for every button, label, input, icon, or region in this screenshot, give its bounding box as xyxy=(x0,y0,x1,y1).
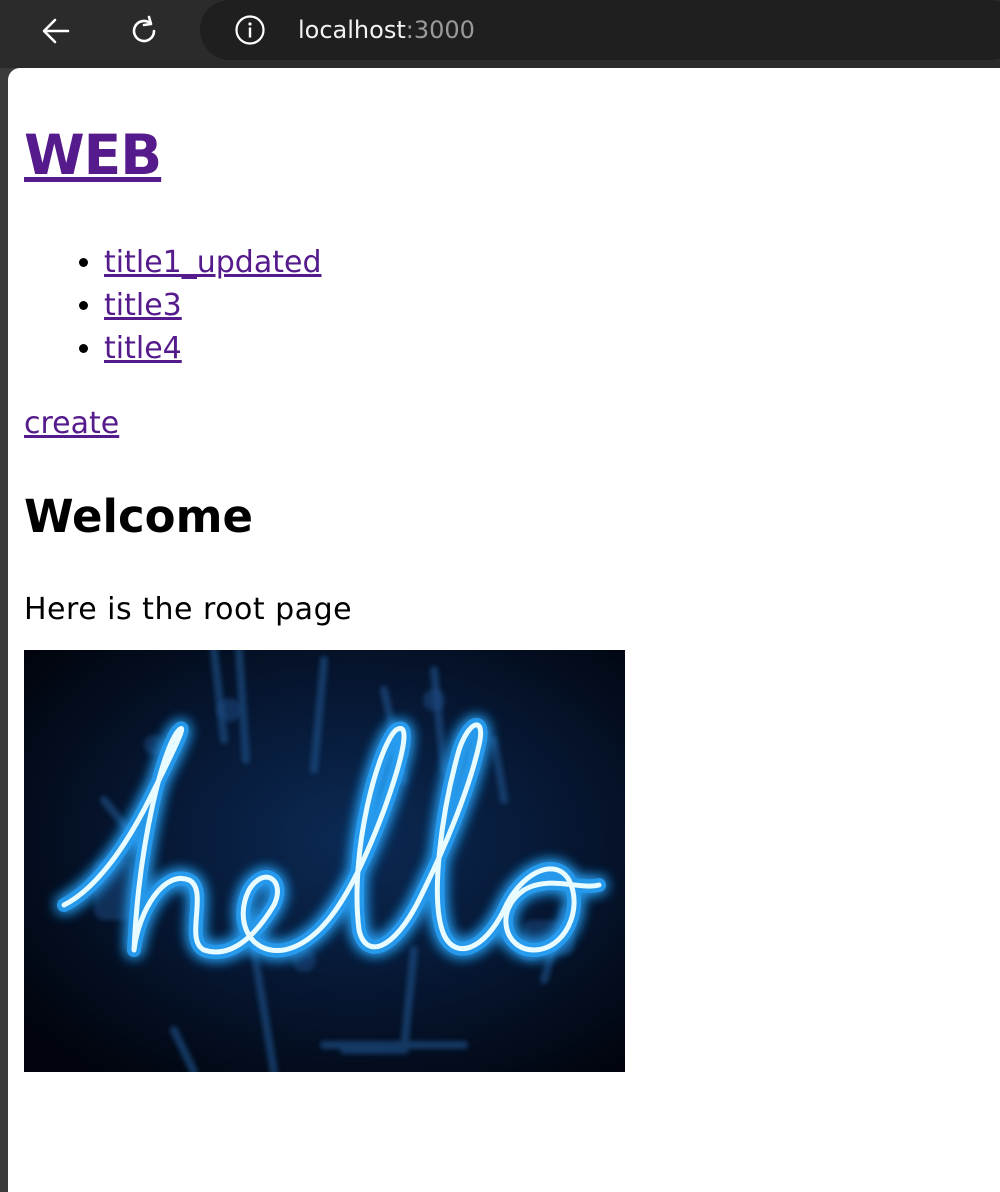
url-text[interactable]: localhost:3000 xyxy=(298,14,475,46)
site-title: WEB xyxy=(24,120,162,190)
site-title-link[interactable]: WEB xyxy=(24,123,162,187)
create-link[interactable]: create xyxy=(24,402,119,445)
url-port: :3000 xyxy=(405,16,475,44)
reload-button[interactable] xyxy=(123,10,165,52)
url-host: localhost xyxy=(298,16,406,44)
site-info-button[interactable] xyxy=(234,14,266,46)
topic-link-title4[interactable]: title4 xyxy=(104,331,182,366)
page-viewport: WEB title1_updated title3 title4 create … xyxy=(8,68,1000,1192)
back-button[interactable] xyxy=(35,10,77,52)
page-description: Here is the root page xyxy=(24,592,353,627)
topic-list: title1_updated title3 title4 xyxy=(24,241,322,370)
reload-icon xyxy=(132,15,156,43)
page-heading: Welcome xyxy=(24,490,253,543)
arrow-left-icon xyxy=(42,18,70,44)
list-item: title3 xyxy=(104,284,322,327)
topic-link-title3[interactable]: title3 xyxy=(104,288,182,323)
address-bar[interactable]: localhost:3000 xyxy=(200,0,1000,60)
hello-neon-image xyxy=(24,650,625,1072)
list-item: title4 xyxy=(104,327,322,370)
info-icon xyxy=(235,15,265,45)
topic-link-title1-updated[interactable]: title1_updated xyxy=(104,245,322,280)
list-item: title1_updated xyxy=(104,241,322,284)
browser-toolbar: localhost:3000 xyxy=(0,0,1000,68)
